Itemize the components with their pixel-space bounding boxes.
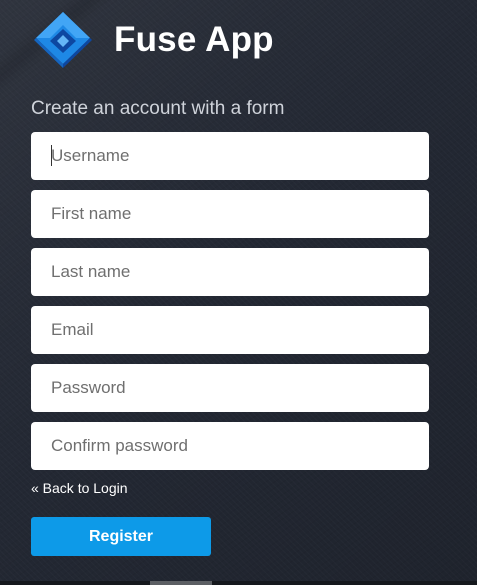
last-name-field[interactable] [31,248,429,296]
username-field[interactable] [31,132,429,180]
email-field[interactable] [31,306,429,354]
form-subtitle: Create an account with a form [31,98,285,119]
horizontal-scrollbar[interactable] [0,581,477,585]
text-caret [51,145,52,166]
first-name-field[interactable] [31,190,429,238]
confirm-password-field[interactable] [31,422,429,470]
back-to-login-link[interactable]: « Back to Login [31,480,128,496]
scrollbar-thumb[interactable] [150,581,212,585]
app-title: Fuse App [114,20,274,59]
password-field[interactable] [31,364,429,412]
fuse-logo-icon [34,12,92,68]
register-button[interactable]: Register [31,517,211,556]
